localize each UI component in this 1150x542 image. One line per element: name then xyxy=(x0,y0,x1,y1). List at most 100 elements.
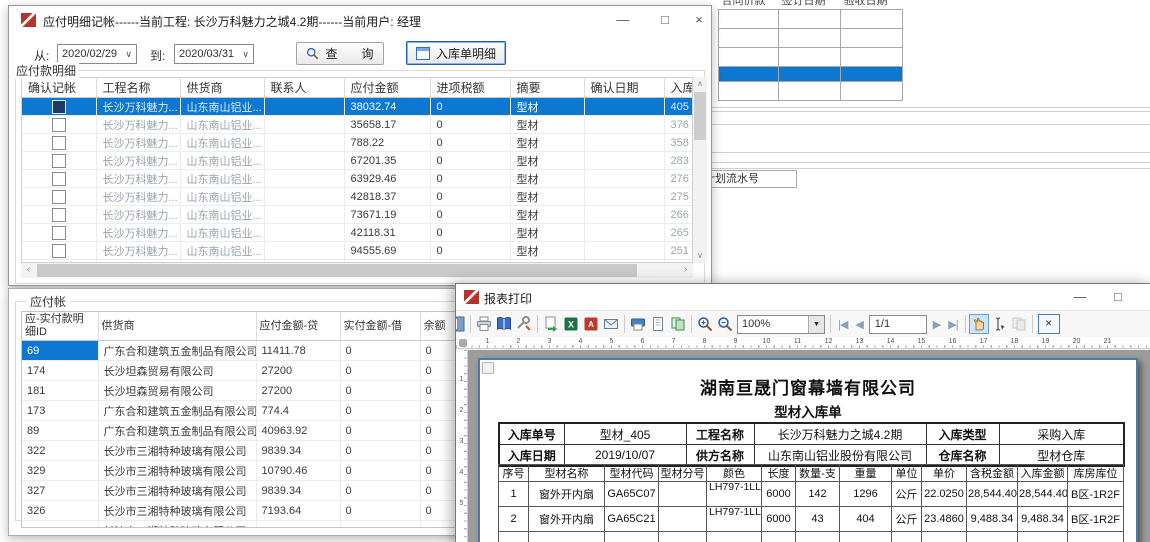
column-header[interactable]: 确认日期 xyxy=(584,78,664,98)
single-page-icon[interactable] xyxy=(648,314,668,334)
table-cell[interactable]: 275 xyxy=(664,188,693,206)
table-cell[interactable]: 0 xyxy=(340,401,420,421)
title-bar[interactable]: 报表打印 — □ × xyxy=(456,284,1150,310)
table-cell[interactable]: 2 xyxy=(499,507,529,532)
table-cell[interactable]: 0 xyxy=(340,341,420,361)
table-cell[interactable] xyxy=(264,188,344,206)
prev-page-button[interactable]: ◀ xyxy=(851,318,866,331)
table-cell[interactable]: 0 xyxy=(340,361,420,381)
table-cell[interactable]: 266 xyxy=(664,206,693,224)
next-page-button[interactable]: ▶ xyxy=(929,318,944,331)
table-row[interactable]: 长沙万科魅力...山东南山铝业...67201.350型材283 xyxy=(22,152,693,170)
table-cell[interactable]: 42118.31 xyxy=(344,224,430,242)
table-cell[interactable] xyxy=(264,206,344,224)
checkbox[interactable] xyxy=(52,172,66,186)
table-cell[interactable]: 0 xyxy=(340,481,420,501)
table-cell[interactable]: 型材 xyxy=(510,116,584,134)
table-cell[interactable]: 358 xyxy=(664,134,693,152)
table-cell[interactable] xyxy=(264,152,344,170)
table-cell[interactable]: 0 xyxy=(430,206,510,224)
table-cell[interactable] xyxy=(22,152,96,170)
table-cell[interactable]: GA65C21 xyxy=(605,507,659,532)
table-cell[interactable]: 长沙万科魅力... xyxy=(96,188,180,206)
table-cell[interactable]: 仓库名称 xyxy=(926,445,999,467)
checkbox[interactable] xyxy=(52,208,66,222)
table-cell[interactable]: 322 xyxy=(22,441,98,461)
table-cell[interactable]: 0 xyxy=(430,116,510,134)
table-cell[interactable]: 376 xyxy=(664,116,693,134)
table-cell[interactable]: 0 xyxy=(430,224,510,242)
table-cell[interactable] xyxy=(22,224,96,242)
table-cell[interactable] xyxy=(584,98,664,116)
ruler-margin-marker[interactable] xyxy=(459,339,467,347)
export-icon[interactable] xyxy=(541,314,561,334)
table-cell[interactable]: 山东南山铝业股份有限公司 xyxy=(754,445,926,467)
column-header[interactable]: 联系人 xyxy=(264,78,344,98)
table-cell[interactable]: 采购入库 xyxy=(999,423,1124,445)
zoom-level-combobox[interactable]: 100% ▼ xyxy=(737,315,825,334)
table-row[interactable]: 长沙万科魅力...山东南山铝业...788.220型材358 xyxy=(22,134,693,152)
table-cell[interactable]: 1296 xyxy=(840,482,892,507)
table-cell[interactable]: 0 xyxy=(340,381,420,401)
table-cell[interactable] xyxy=(841,10,903,29)
column-header[interactable]: 实付金额-借 xyxy=(340,312,420,341)
vertical-scrollbar[interactable]: ∧ ∨ xyxy=(693,77,707,263)
table-cell[interactable] xyxy=(584,242,664,260)
table-cell[interactable]: 181 xyxy=(22,381,98,401)
print-preview-area[interactable]: 12345 湖南亘晟门窗幕墙有限公司 型材入库单 入库单号型材_405工程名称长… xyxy=(456,350,1150,542)
copy-icon[interactable] xyxy=(1009,314,1029,334)
table-row[interactable]: 89广东合和建筑五金制品有限公司40963.9200 xyxy=(22,421,495,441)
scroll-down-icon[interactable]: ∨ xyxy=(693,249,707,263)
maximize-button[interactable]: □ xyxy=(1104,284,1132,310)
table-cell[interactable] xyxy=(22,170,96,188)
page-number-field[interactable]: 1/1 xyxy=(869,315,927,334)
table-cell[interactable]: 326 xyxy=(22,501,98,521)
table-cell[interactable]: 43 xyxy=(796,507,840,532)
table-row[interactable]: 入库单号型材_405工程名称长沙万科魅力之城4.2期入库类型采购入库 xyxy=(499,423,1124,445)
minimize-button[interactable]: — xyxy=(1066,284,1094,310)
table-row[interactable] xyxy=(719,10,903,29)
table-cell[interactable]: 0 xyxy=(340,461,420,481)
table-cell[interactable]: 山东南山铝业... xyxy=(180,224,264,242)
table-cell[interactable]: 入库日期 xyxy=(499,445,564,467)
table-cell[interactable]: 9,488.34 xyxy=(967,507,1018,532)
table-cell[interactable]: 长沙市三湘特种玻璃有限公司 xyxy=(98,521,256,529)
table-cell[interactable]: 山东南山铝业... xyxy=(180,134,264,152)
table-cell[interactable]: 27200 xyxy=(256,381,340,401)
table-cell[interactable]: 22.0250 xyxy=(922,482,967,507)
table-cell[interactable]: 6000 xyxy=(762,482,796,507)
table-cell[interactable] xyxy=(22,134,96,152)
table-cell[interactable]: 0 xyxy=(430,242,510,260)
table-cell[interactable]: B区-1R2F xyxy=(1068,482,1124,507)
table-cell[interactable]: 1 xyxy=(499,482,529,507)
table-cell[interactable]: 404 xyxy=(840,507,892,532)
table-cell[interactable] xyxy=(659,507,707,532)
horizontal-scrollbar[interactable]: ‹ › xyxy=(21,263,693,278)
chevron-down-icon[interactable]: ▼ xyxy=(808,316,824,333)
checkbox[interactable] xyxy=(52,118,66,132)
table-row[interactable]: 长沙万科魅力...山东南山铝业...94555.690型材251 xyxy=(22,242,693,260)
report-page[interactable]: 湖南亘晟门窗幕墙有限公司 型材入库单 入库单号型材_405工程名称长沙万科魅力之… xyxy=(478,358,1138,542)
table-row[interactable]: 长沙万科魅力...山东南山铝业...42818.370型材275 xyxy=(22,188,693,206)
table-cell[interactable]: 94555.69 xyxy=(344,242,430,260)
first-page-button[interactable]: |◀ xyxy=(834,318,851,331)
table-row[interactable]: 326长沙市三湘特种玻璃有限公司7193.6400 xyxy=(22,501,495,521)
table-cell[interactable]: 山东南山铝业... xyxy=(180,98,264,116)
table-cell[interactable] xyxy=(659,482,707,507)
table-cell[interactable]: 广东合和建筑五金制品有限公司 xyxy=(98,421,256,441)
table-cell[interactable]: 长沙万科魅力... xyxy=(96,206,180,224)
table-cell[interactable]: 69 xyxy=(22,341,98,361)
table-cell[interactable]: 型材 xyxy=(510,98,584,116)
table-cell[interactable]: 长沙市三湘特种玻璃有限公司 xyxy=(98,461,256,481)
table-cell[interactable]: 长沙万科魅力... xyxy=(96,170,180,188)
column-header[interactable]: 应付金额 xyxy=(344,78,430,98)
zoom-in-icon[interactable] xyxy=(695,314,715,334)
send-mail-icon[interactable] xyxy=(601,314,621,334)
table-cell[interactable] xyxy=(264,134,344,152)
table-cell[interactable]: 788.22 xyxy=(344,134,430,152)
to-date-combobox[interactable]: 2020/03/31 ∨ xyxy=(174,44,254,64)
multi-page-icon[interactable] xyxy=(668,314,688,334)
table-cell[interactable]: 工程名称 xyxy=(686,423,754,445)
table-cell[interactable]: 40963.92 xyxy=(256,421,340,441)
contents-icon[interactable] xyxy=(455,314,467,334)
